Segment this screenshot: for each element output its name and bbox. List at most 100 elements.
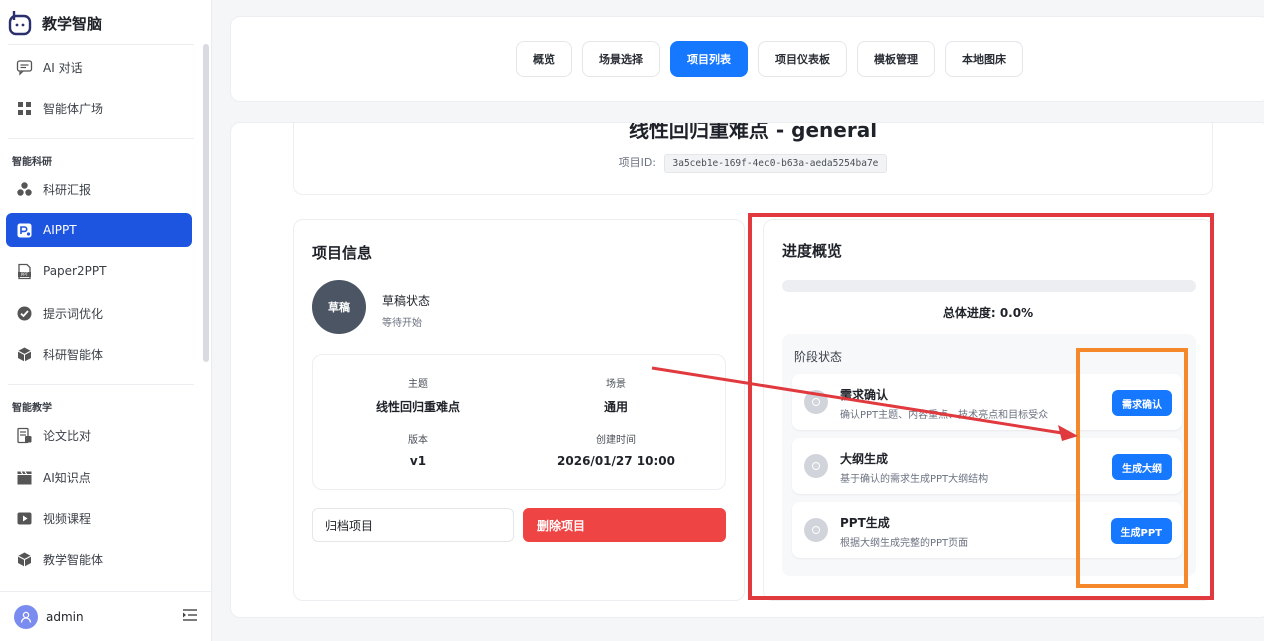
stage-item-outline: 大纲生成 基于确认的需求生成PPT大纲结构 生成大纲 — [792, 438, 1182, 494]
sidebar-item-label: 论文比对 — [43, 428, 92, 443]
tab-project-list[interactable]: 项目列表 — [670, 41, 748, 77]
meta-version: 版本 v1 — [323, 431, 513, 468]
sidebar-item-prompt-optimize[interactable]: 提示词优化 — [6, 296, 192, 330]
sidebar-item-label: 视频课程 — [43, 511, 92, 526]
project-header-card: 线性回归重难点 - general 项目ID: 3a5ceb1e-169f-4e… — [293, 123, 1213, 195]
stage-desc: 根据大纲生成完整的PPT页面 — [840, 538, 969, 549]
sidebar-item-label: AI 对话 — [43, 60, 83, 75]
sidebar-footer: admin — [0, 591, 212, 641]
tab-template-manage[interactable]: 模板管理 — [857, 41, 935, 77]
stage-name: PPT生成 — [840, 516, 890, 530]
progress-overview-card: 进度概览 总体进度: 0.0% 阶段状态 需求确认 确认PPT主题、内容重点、技… — [763, 219, 1213, 601]
sidebar-item-label: AI知识点 — [43, 470, 91, 485]
sidebar-scrollbar[interactable] — [203, 44, 209, 362]
project-meta-box: 主题 线性回归重难点 场景 通用 版本 v1 创建时间 2026/01/27 1… — [312, 354, 726, 490]
clapper-icon — [16, 469, 33, 486]
stage-name: 大纲生成 — [840, 452, 889, 466]
meta-version-value: v1 — [409, 454, 427, 468]
sidebar-item-teaching-agent[interactable]: 教学智能体 — [6, 542, 192, 576]
collapse-menu-icon[interactable] — [182, 607, 198, 626]
status-badge: 草稿 — [312, 280, 366, 334]
check-circle-icon — [16, 305, 33, 322]
stage-item-ppt: PPT生成 根据大纲生成完整的PPT页面 生成PPT — [792, 502, 1182, 558]
meta-created: 创建时间 2026/01/27 10:00 — [521, 431, 711, 468]
paper-ppt-icon: PPT — [16, 263, 33, 280]
stage-status-header: 阶段状态 — [794, 350, 843, 364]
confirm-requirements-button[interactable]: 需求确认 — [1112, 390, 1172, 416]
sidebar-divider — [8, 138, 194, 139]
video-icon — [16, 510, 33, 527]
sidebar-item-research-agent[interactable]: 科研智能体 — [6, 337, 192, 371]
pending-circle-icon — [804, 454, 828, 478]
meta-created-label: 创建时间 — [596, 435, 636, 446]
meta-created-value: 2026/01/27 10:00 — [557, 454, 675, 468]
sidebar-section-teaching: 智能教学 — [12, 403, 52, 414]
archive-project-button[interactable]: 归档项目 — [312, 508, 514, 542]
brand-logo-icon — [8, 10, 34, 36]
delete-project-button[interactable]: 删除项目 — [523, 508, 726, 542]
stage-item-requirements: 需求确认 确认PPT主题、内容重点、技术亮点和目标受众 需求确认 — [792, 374, 1182, 430]
project-id-row: 项目ID: 3a5ceb1e-169f-4ec0-b63a-aeda5254ba… — [294, 154, 1212, 173]
meta-topic-label: 主题 — [408, 379, 428, 390]
sidebar-item-ai-knowledge[interactable]: AI知识点 — [6, 460, 192, 494]
tab-project-dashboard[interactable]: 项目仪表板 — [758, 41, 847, 77]
sidebar-item-research-report[interactable]: 科研汇报 — [6, 172, 192, 206]
user-name[interactable]: admin — [46, 610, 182, 624]
sidebar-item-label: 科研智能体 — [43, 347, 104, 362]
grid-icon — [16, 100, 33, 117]
stage-status-box: 阶段状态 需求确认 确认PPT主题、内容重点、技术亮点和目标受众 需求确认 大纲… — [782, 334, 1196, 576]
project-id-value: 3a5ceb1e-169f-4ec0-b63a-aeda5254ba7e — [663, 154, 888, 173]
meta-version-label: 版本 — [408, 435, 428, 446]
tab-local-image-host[interactable]: 本地图床 — [945, 41, 1023, 77]
sidebar-item-label: Paper2PPT — [43, 264, 107, 278]
overall-progress-text: 总体进度: 0.0% — [942, 306, 1034, 320]
tab-overview[interactable]: 概览 — [516, 41, 572, 77]
status-title: 草稿状态 — [382, 294, 431, 308]
stage-name: 需求确认 — [840, 388, 889, 402]
progress-bar — [782, 280, 1196, 292]
generate-outline-button[interactable]: 生成大纲 — [1112, 454, 1172, 480]
tab-bar: 概览 场景选择 项目列表 项目仪表板 模板管理 本地图床 — [516, 41, 1023, 77]
sidebar-item-agent-square[interactable]: 智能体广场 — [6, 91, 192, 125]
sidebar-section-research: 智能科研 — [12, 157, 52, 168]
brand-title: 教学智脑 — [42, 14, 103, 33]
meta-scene: 场景 通用 — [521, 375, 711, 415]
sidebar-item-label: 智能体广场 — [43, 101, 104, 116]
sidebar-item-video-course[interactable]: 视频课程 — [6, 501, 192, 535]
cube-icon — [16, 551, 33, 568]
sidebar-item-paper-compare[interactable]: 论文比对 — [6, 418, 192, 452]
compare-icon — [16, 427, 33, 444]
sidebar-item-label: 科研汇报 — [43, 182, 92, 197]
tab-bar-card: 概览 场景选择 项目列表 项目仪表板 模板管理 本地图床 — [230, 16, 1264, 102]
svg-text:PPT: PPT — [21, 272, 29, 277]
user-icon[interactable] — [14, 604, 38, 629]
sidebar-item-label: 提示词优化 — [43, 306, 104, 321]
cluster-icon — [16, 181, 33, 198]
status-subtitle: 等待开始 — [382, 318, 422, 329]
meta-scene-value: 通用 — [603, 400, 628, 414]
generate-ppt-button[interactable]: 生成PPT — [1110, 518, 1172, 544]
sidebar-item-paper2ppt[interactable]: PPT Paper2PPT — [6, 254, 192, 288]
main-content[interactable]: 线性回归重难点 - general 项目ID: 3a5ceb1e-169f-4e… — [230, 122, 1264, 618]
sidebar-divider — [8, 44, 194, 45]
pending-circle-icon — [804, 390, 828, 414]
stage-desc: 基于确认的需求生成PPT大纲结构 — [840, 474, 989, 485]
project-info-title: 项目信息 — [312, 244, 373, 262]
project-id-label: 项目ID: — [618, 156, 656, 169]
sidebar: 教学智脑 AI 对话 智能体广场 智能科研 科研汇报 AIPPT PPT Pap… — [0, 0, 212, 641]
sidebar-item-label: AIPPT — [43, 223, 77, 237]
sidebar-item-ai-chat[interactable]: AI 对话 — [6, 50, 192, 84]
stage-desc: 确认PPT主题、内容重点、技术亮点和目标受众 — [840, 410, 1049, 421]
progress-title: 进度概览 — [782, 242, 843, 260]
sidebar-item-aippt[interactable]: AIPPT — [6, 213, 192, 247]
meta-topic: 主题 线性回归重难点 — [323, 375, 513, 415]
meta-scene-label: 场景 — [606, 379, 626, 390]
cube-icon — [16, 346, 33, 363]
project-info-card: 项目信息 草稿 草稿状态 等待开始 主题 线性回归重难点 场景 通用 版本 v1… — [293, 219, 745, 601]
chat-icon — [16, 59, 33, 76]
ppt-icon — [16, 222, 33, 239]
sidebar-divider — [8, 384, 194, 385]
tab-scene-select[interactable]: 场景选择 — [582, 41, 660, 77]
pending-circle-icon — [804, 518, 828, 542]
brand[interactable]: 教学智脑 — [8, 8, 102, 38]
